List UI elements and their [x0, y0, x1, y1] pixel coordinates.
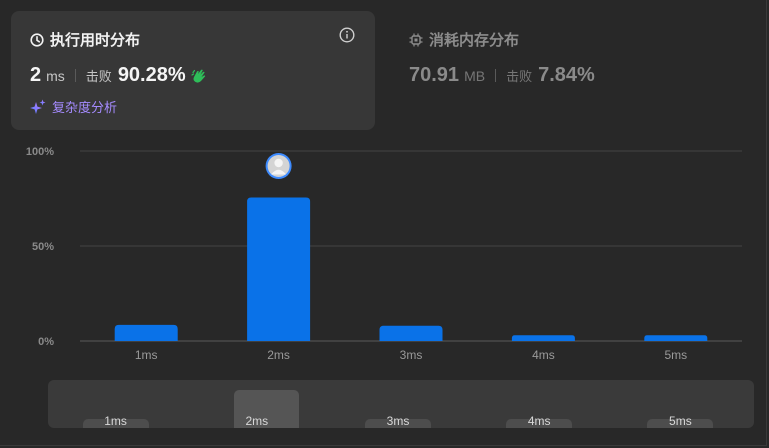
memory-value: 70.91	[409, 64, 460, 86]
x-tick-label: 2ms	[267, 348, 290, 362]
divider	[74, 69, 76, 82]
complexity-analysis-label: 复杂度分析	[52, 100, 118, 115]
runtime-beats-label: 击败	[85, 69, 112, 84]
scrubber-label: 5ms	[669, 414, 692, 428]
y-tick-label: 100%	[26, 146, 54, 158]
bar-1ms[interactable]	[114, 324, 178, 341]
runtime-stats: 2 ms 击败 90.28%	[30, 64, 208, 87]
memory-title-label: 消耗内存分布	[429, 32, 520, 49]
bar-3ms[interactable]	[379, 325, 443, 341]
memory-title[interactable]: 消耗内存分布	[409, 29, 519, 50]
scrubber-label: 4ms	[527, 414, 551, 428]
sparkle-icon	[30, 99, 46, 114]
runtime-title-label: 执行用时分布	[50, 32, 141, 49]
x-tick-label: 3ms	[400, 348, 423, 362]
avatar-marker	[265, 153, 292, 179]
bar-4ms[interactable]	[511, 335, 575, 341]
y-tick-label: 0%	[38, 336, 54, 348]
runtime-beats-value: 90.28%	[117, 64, 186, 86]
memory-unit: MB	[464, 68, 486, 84]
scrubber-label: 3ms	[386, 414, 410, 428]
memory-beats-value: 7.84%	[538, 64, 595, 86]
x-tick-label: 4ms	[532, 348, 555, 362]
x-tick-label: 5ms	[664, 348, 687, 362]
memory-stats: 70.91 MB 击败 7.84%	[409, 64, 595, 87]
chart-svg: 100% 50% 0% 1ms 2ms 3ms 4ms 5ms	[26, 146, 742, 362]
runtime-unit: ms	[46, 68, 65, 84]
bar-5ms[interactable]	[644, 335, 708, 341]
runtime-value: 2	[30, 64, 42, 86]
complexity-analysis-link[interactable]: 复杂度分析	[30, 97, 117, 116]
bar-2ms[interactable]	[247, 197, 311, 341]
clock-icon	[30, 32, 44, 47]
clapping-hands-icon	[191, 69, 205, 83]
info-icon[interactable]	[339, 27, 355, 43]
x-tick-label: 1ms	[135, 348, 158, 362]
chip-icon	[409, 33, 423, 46]
divider	[495, 69, 497, 82]
runtime-title[interactable]: 执行用时分布	[30, 29, 140, 50]
scrubber-label: 2ms	[245, 414, 269, 428]
memory-beats-label: 击败	[506, 69, 533, 84]
runtime-distribution-chart: 100% 50% 0% 1ms 2ms 3ms 4ms 5ms	[0, 140, 769, 380]
range-scrubber[interactable]: 1ms 2ms 3ms 4ms 5ms	[48, 380, 754, 428]
y-tick-label: 50%	[32, 241, 54, 253]
scrubber-label: 1ms	[104, 414, 127, 428]
